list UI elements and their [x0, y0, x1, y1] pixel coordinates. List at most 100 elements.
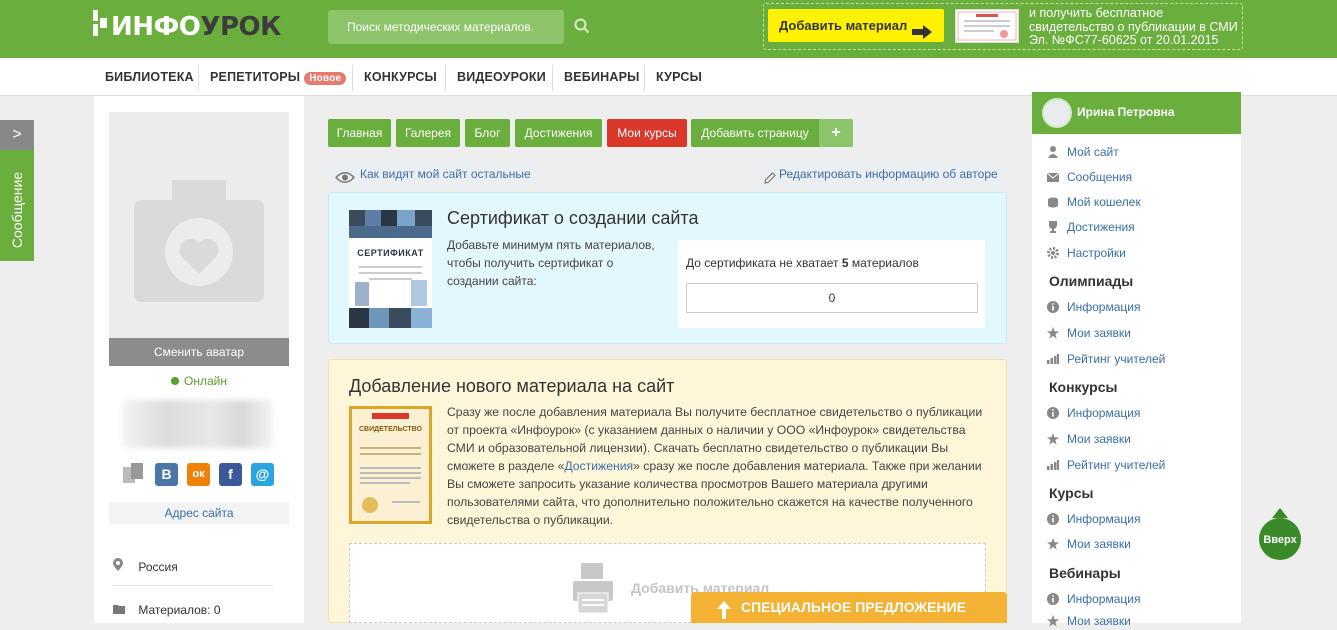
special-offer-button[interactable]: СПЕЦИАЛЬНОЕ ПРЕДЛОЖЕНИЕ	[691, 592, 1007, 623]
achievements-link[interactable]: Достижения	[564, 459, 633, 473]
gear-icon	[1046, 247, 1060, 259]
promo-text: и получить бесплатное свидетельство о пу…	[1029, 6, 1238, 47]
location-pin-icon	[113, 558, 127, 574]
contests-info[interactable]: Информация	[1046, 406, 1140, 420]
nav-divider	[445, 65, 446, 91]
online-status: Онлайн	[109, 374, 289, 388]
tab-add-page[interactable]: Добавить страницу	[691, 119, 819, 147]
olympiads-rating[interactable]: Рейтинг учителей	[1046, 352, 1165, 366]
arrow-right-icon	[912, 18, 932, 51]
trophy-icon	[1046, 221, 1060, 233]
divider	[113, 585, 273, 586]
courses-applications-label: Мои заявки	[1067, 537, 1131, 551]
add-material-description: Сразу же после добавления материала Вы п…	[447, 403, 992, 529]
tab-achievements[interactable]: Достижения	[515, 119, 602, 147]
copy-icon[interactable]	[121, 461, 147, 488]
add-material-title: Добавление нового материала на сайт	[349, 376, 675, 396]
site-logo[interactable]: ИНФО УРОК	[93, 10, 281, 43]
olympiads-applications[interactable]: Мои заявки	[1046, 326, 1131, 340]
user-header[interactable]: Ирина Петровна	[1032, 92, 1241, 134]
edit-author-info-label: Редактировать информацию об авторе	[779, 167, 998, 181]
star-icon	[1046, 327, 1060, 339]
info-icon	[1046, 593, 1060, 605]
nav-tutors[interactable]: РЕПЕТИТОРЫ Новое	[210, 70, 347, 85]
nav-webinars[interactable]: ВЕБИНАРЫ	[564, 70, 640, 84]
menu-achievements[interactable]: Достижения	[1046, 220, 1135, 234]
menu-wallet-label: Мой кошелек	[1067, 195, 1141, 209]
site-address-link[interactable]: Адрес сайта	[109, 502, 289, 524]
olympiads-applications-label: Мои заявки	[1067, 326, 1131, 340]
user-icon	[1046, 146, 1060, 158]
eye-icon	[334, 168, 356, 193]
menu-my-site[interactable]: Мой сайт	[1046, 145, 1119, 159]
new-badge: Новое	[304, 72, 347, 85]
certificate-title: Сертификат о создании сайта	[447, 208, 699, 228]
courses-applications[interactable]: Мои заявки	[1046, 537, 1131, 551]
camera-icon	[134, 180, 264, 305]
scroll-to-top-button[interactable]: Вверх	[1258, 508, 1302, 560]
menu-settings[interactable]: Настройки	[1046, 246, 1126, 260]
vk-icon[interactable]: B	[155, 463, 178, 486]
mail-icon[interactable]: @	[251, 463, 274, 486]
user-avatar-icon	[1042, 98, 1072, 128]
message-side-tab[interactable]: > Сообщение	[0, 120, 34, 261]
olympiads-info[interactable]: Информация	[1046, 300, 1140, 314]
olympiads-info-label: Информация	[1067, 300, 1141, 314]
tab-gallery[interactable]: Галерея	[396, 119, 460, 147]
odnoklassniki-icon[interactable]: ок	[187, 463, 210, 486]
remaining-prefix: До сертификата не хватает	[686, 256, 839, 270]
remaining-count: 5	[841, 256, 849, 270]
materials-count-label: Материалов: 0	[138, 603, 221, 617]
certificate-progress: До сертификата не хватает 5 материалов 0	[678, 240, 985, 328]
courses-info[interactable]: Информация	[1046, 512, 1140, 526]
nav-divider	[198, 65, 199, 91]
nav-courses[interactable]: КУРСЫ	[656, 70, 702, 84]
nav-divider	[644, 65, 645, 91]
webinars-applications[interactable]: Мои заявки	[1046, 614, 1131, 628]
contests-rating-label: Рейтинг учителей	[1067, 458, 1166, 472]
menu-settings-label: Настройки	[1067, 246, 1126, 260]
tab-home[interactable]: Главная	[328, 119, 391, 147]
search-input[interactable]: Поиск методических материалов.	[328, 10, 564, 44]
courses-info-label: Информация	[1067, 512, 1141, 526]
star-icon	[1046, 433, 1060, 445]
search-icon[interactable]	[574, 18, 590, 37]
webinars-info-label: Информация	[1067, 592, 1141, 606]
webinars-heading: Вебинары	[1049, 565, 1121, 581]
publication-certificate-image: СВИДЕТЕЛЬСТВО	[349, 406, 432, 524]
certificate-thumbnail	[955, 9, 1019, 43]
certificate-image-caption: СЕРТИФИКАТ	[357, 248, 424, 258]
add-page-plus-button[interactable]: +	[819, 119, 853, 147]
add-material-button[interactable]: Добавить материал	[768, 9, 944, 42]
publication-certificate-caption: СВИДЕТЕЛЬСТВО	[359, 426, 422, 433]
contests-rating[interactable]: Рейтинг учителей	[1046, 458, 1165, 472]
folder-icon	[113, 603, 127, 617]
nav-video-lessons[interactable]: ВИДЕОУРОКИ	[457, 70, 546, 84]
tab-my-courses[interactable]: Мои курсы	[607, 119, 687, 147]
country-info: Россия	[113, 558, 178, 574]
certificate-image: СЕРТИФИКАТ	[349, 210, 432, 328]
arrow-up-icon	[717, 599, 731, 630]
nav-contests[interactable]: КОНКУРСЫ	[364, 70, 437, 84]
tab-blog[interactable]: Блог	[465, 119, 510, 147]
contests-info-label: Информация	[1067, 406, 1141, 420]
view-as-others-link[interactable]: Как видят мой сайт остальные	[328, 162, 539, 187]
facebook-icon[interactable]: f	[219, 463, 242, 486]
edit-author-info-link[interactable]: Редактировать информацию об авторе	[757, 162, 1007, 187]
menu-wallet[interactable]: Мой кошелек	[1046, 195, 1141, 209]
change-avatar-button[interactable]: Сменить аватар	[109, 338, 289, 366]
menu-my-site-label: Мой сайт	[1067, 145, 1119, 159]
menu-messages[interactable]: Сообщения	[1046, 170, 1132, 184]
contests-applications[interactable]: Мои заявки	[1046, 432, 1131, 446]
bar-chart-icon	[1046, 460, 1060, 470]
nav-library[interactable]: БИБЛИОТЕКА	[105, 70, 194, 84]
remaining-suffix: материалов	[851, 256, 919, 270]
courses-heading: Курсы	[1049, 485, 1094, 501]
webinars-info[interactable]: Информация	[1046, 592, 1140, 606]
logo-icon	[93, 10, 107, 43]
bar-chart-icon	[1046, 354, 1060, 364]
chevron-right-icon: >	[0, 120, 34, 150]
special-offer-label: СПЕЦИАЛЬНОЕ ПРЕДЛОЖЕНИЕ	[741, 599, 966, 615]
pencil-icon	[764, 168, 776, 193]
printer-icon	[573, 563, 613, 616]
